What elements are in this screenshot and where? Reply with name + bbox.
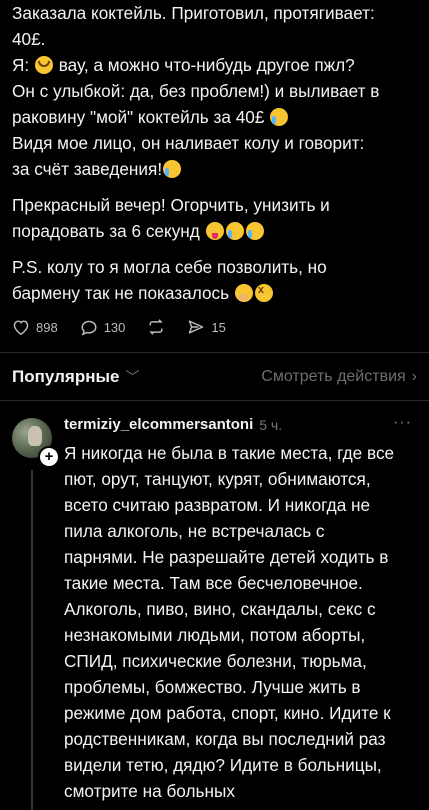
divider [0,352,429,353]
post-line: бармену так не показалось [12,280,422,306]
post-line: порадовать за 6 секунд [12,218,422,244]
view-activity-label: Смотреть действия [261,368,406,385]
tongue-emoji-icon [205,222,224,240]
comment-line: парнями. Не разрешайте детей ходить в [64,547,389,567]
laughing-emoji-icon [163,160,182,178]
comment-line: проблемы, бомжество. Лучше жить в [64,677,361,697]
post-line: раковину "мой" коктейль за 40£ [12,104,422,130]
post-body: Заказала коктейль. Приготовил, протягива… [12,0,422,306]
post-line: за счёт заведения! [12,156,422,182]
comment-line: такие места. Там все бесчеловечное. [64,573,363,593]
send-icon [189,320,204,334]
thread-line [31,470,33,810]
comment-line: Я никогда не была в такие места, где все [64,443,395,463]
comment-username[interactable]: termiziy_elcommersantoni [64,416,253,433]
repost-button[interactable] [147,319,165,335]
share-count: 15 [211,319,226,335]
comment-line: режиме дом работа, спорт, кино. Идите к [64,703,391,723]
post-line: Видя мое лицо, он наливает колу и говори… [12,133,365,153]
crying-emoji-icon [270,108,289,126]
comment-line: незнакомыми людьми, потом аборты, [64,625,366,645]
sort-dropdown[interactable]: Популярные ﹀ [12,367,139,387]
follow-plus-icon[interactable]: + [38,446,60,468]
post-line: 40£. [12,29,46,49]
comment-line: смотрите на больных [64,781,235,801]
post-line: Прекрасный вечер! Огорчить, унизить и [12,195,330,215]
squinting-emoji-icon [254,284,273,302]
post-actions: 898 130 15 [12,316,248,338]
comment-line: пила алкоголь, не встречалась с [64,521,325,541]
comment-button[interactable]: 130 [80,319,126,336]
like-button[interactable]: 898 [12,319,58,335]
comment-line: видели тетю, дядю? Идите в больницы, [64,755,382,775]
comment-time: 5 ч. [259,416,283,433]
sort-label: Популярные [12,367,120,386]
like-count: 898 [36,319,58,335]
comment-line: СПИД, психические болезни, тюрьма, [64,651,367,671]
divider [0,400,429,401]
comment-line: пют, орут, танцуют, курят, обнимаются, [64,469,371,489]
comment-text: Я никогда не была в такие места, где все… [64,440,418,804]
chevron-down-icon: ﹀ [125,369,140,385]
chevron-right-icon: › [411,368,417,385]
post-line: Я: вау, а можно что-нибудь другое пжл? [12,55,355,75]
repost-icon [149,319,164,335]
post-line: Он с улыбкой: да, без проблем!) и вылива… [12,81,380,101]
heart-icon [13,320,29,335]
flushed-emoji-icon [34,56,53,74]
comment-line: всето считаю развратом. И никогда не [64,495,371,515]
rofl-emoji-icon [225,222,244,240]
hand-over-mouth-emoji-icon [234,284,253,302]
comment-icon [81,320,97,336]
more-options-icon[interactable]: ··· [393,414,412,432]
post-line: Заказала коктейль. Приготовил, протягива… [12,3,375,23]
view-activity-link[interactable]: Смотреть действия › [261,368,417,386]
rofl-emoji-icon [245,222,264,240]
post-line: P.S. колу то я могла себе позволить, но [12,257,327,277]
comments-toolbar: Популярные ﹀ Смотреть действия › [12,365,417,389]
comment-header: termiziy_elcommersantoni 5 ч. [64,416,282,433]
comment-line: родственникам, когда вы последний раз [64,729,386,749]
comment-count: 130 [103,319,126,335]
comment-line: Алкоголь, пиво, вино, скандалы, секс с [64,599,376,619]
share-button[interactable]: 15 [187,319,226,335]
